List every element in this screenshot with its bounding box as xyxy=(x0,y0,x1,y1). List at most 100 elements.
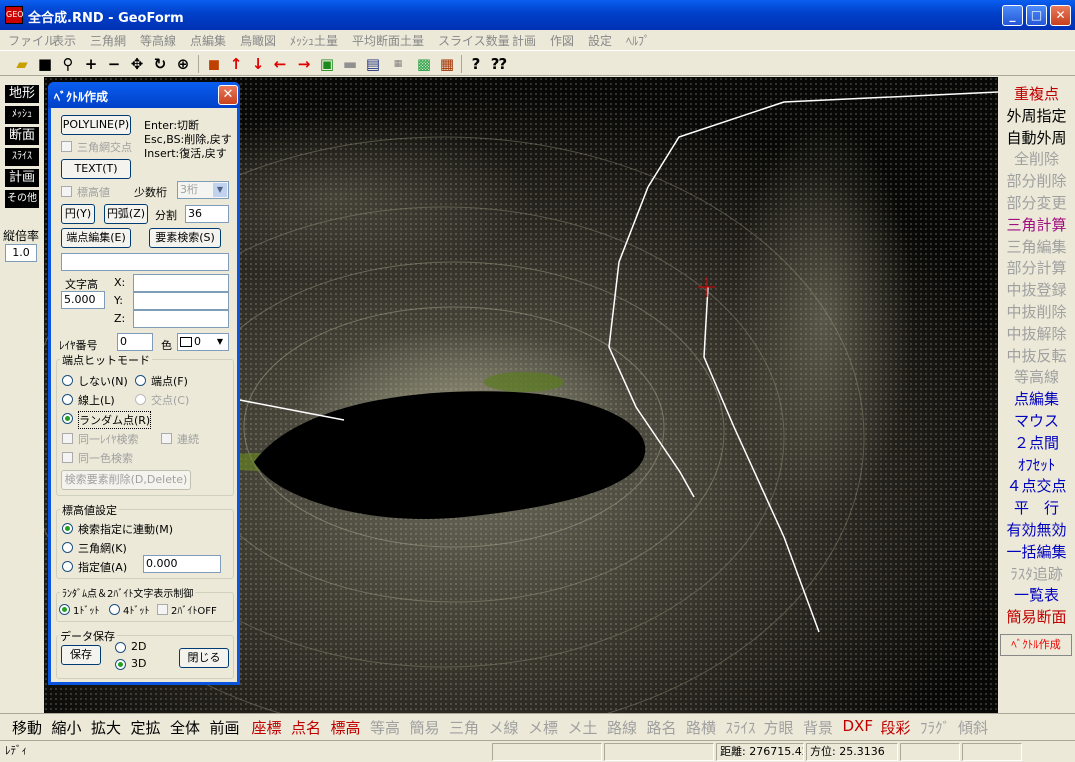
move-cross-icon[interactable]: ✥ xyxy=(127,54,147,74)
menu-drawing[interactable]: 作図 xyxy=(550,32,574,49)
x-input[interactable] xyxy=(133,274,229,292)
close-dialog-button[interactable]: 閉じる xyxy=(179,648,229,668)
right-item-21[interactable]: 一括編集 xyxy=(998,541,1075,563)
divide-input[interactable]: 36 xyxy=(185,205,229,223)
box-3d-icon[interactable]: ▣ xyxy=(317,54,337,74)
menu-file[interactable]: ファイル xyxy=(8,32,56,49)
vector-create-button[interactable]: ﾍﾞｸﾄﾙ作成 xyxy=(1000,634,1072,656)
menu-contour[interactable]: 等高線 xyxy=(140,32,176,49)
layer-input[interactable]: 0 xyxy=(117,333,153,351)
right-item-9[interactable]: 中抜登録 xyxy=(998,279,1075,301)
char-height-input[interactable]: 5.000 xyxy=(61,291,105,309)
continuous-checkbox[interactable] xyxy=(161,433,172,444)
arrow-down-icon[interactable]: ↓ xyxy=(248,54,268,74)
bottom-item-11[interactable]: 三角 xyxy=(449,717,479,738)
bottom-item-15[interactable]: 路線 xyxy=(607,717,637,738)
hit-online-radio[interactable] xyxy=(62,394,73,405)
right-item-20[interactable]: 有効無効 xyxy=(998,519,1075,541)
right-item-12[interactable]: 中抜反転 xyxy=(998,345,1075,367)
right-item-24[interactable]: 簡易断面 xyxy=(998,606,1075,628)
hit-endpoint-radio[interactable] xyxy=(135,375,146,386)
right-item-19[interactable]: 平 行 xyxy=(998,497,1075,519)
zoom-magnifier-icon[interactable]: ⚲ xyxy=(58,54,78,74)
terrain-button[interactable]: 地形 xyxy=(5,85,39,103)
element-search-button[interactable]: 要素検索(S) xyxy=(149,228,221,248)
right-item-23[interactable]: 一覧表 xyxy=(998,584,1075,606)
plus-icon[interactable]: + xyxy=(81,54,101,74)
right-item-3[interactable]: 全削除 xyxy=(998,148,1075,170)
bottom-item-22[interactable]: 段彩 xyxy=(881,717,911,738)
menu-mesh-volume[interactable]: ﾒｯｼｭ土量 xyxy=(290,32,338,49)
elev-tri-radio[interactable] xyxy=(62,542,73,553)
dot4-radio[interactable] xyxy=(109,604,120,615)
sheet-icon[interactable]: ▦ xyxy=(388,54,408,74)
tri-cross-checkbox[interactable] xyxy=(61,141,72,152)
arc-button[interactable]: 円弧(Z) xyxy=(104,204,148,224)
delete-search-button[interactable]: 検索要素削除(D,Delete) xyxy=(61,470,191,490)
section-button[interactable]: 断面 xyxy=(5,127,39,145)
right-item-18[interactable]: ４点交点 xyxy=(998,475,1075,497)
right-item-6[interactable]: 三角計算 xyxy=(998,214,1075,236)
z-input[interactable] xyxy=(133,310,229,328)
hit-cross-radio[interactable] xyxy=(135,394,146,405)
same-color-checkbox[interactable] xyxy=(62,452,73,463)
bottom-item-23[interactable]: ﾌﾗｸﾞ xyxy=(920,717,950,738)
bottom-item-6[interactable]: 座標 xyxy=(252,717,282,738)
dot1-radio[interactable] xyxy=(59,604,70,615)
elev-link-radio[interactable] xyxy=(62,523,73,534)
elev-spec-radio[interactable] xyxy=(62,561,73,572)
window-icon[interactable]: ▤ xyxy=(363,54,383,74)
menu-triangle[interactable]: 三角網 xyxy=(90,32,126,49)
hit-random-radio[interactable] xyxy=(62,413,73,424)
bottom-item-24[interactable]: 傾斜 xyxy=(958,717,988,738)
bottom-item-21[interactable]: DXF xyxy=(843,717,873,735)
machine-icon[interactable]: ▬ xyxy=(340,54,360,74)
bottom-item-7[interactable]: 点名 xyxy=(291,717,321,738)
menu-slice-quantity[interactable]: スライス数量 xyxy=(438,32,510,49)
bottom-item-13[interactable]: メ標 xyxy=(528,717,558,738)
right-item-10[interactable]: 中抜削除 xyxy=(998,301,1075,323)
bottom-item-10[interactable]: 簡易 xyxy=(410,717,440,738)
menu-avg-section[interactable]: 平均断面土量 xyxy=(352,32,424,49)
bottom-item-20[interactable]: 背景 xyxy=(803,717,833,738)
circle-button[interactable]: 円(Y) xyxy=(61,204,95,224)
elev-value-checkbox[interactable] xyxy=(61,186,72,197)
arrow-right-icon[interactable]: → xyxy=(294,54,314,74)
right-item-7[interactable]: 三角編集 xyxy=(998,236,1075,258)
dialog-close-icon[interactable]: ✕ xyxy=(218,85,238,105)
color-select[interactable]: 0 ▼ xyxy=(177,333,229,351)
bottom-item-16[interactable]: 路名 xyxy=(647,717,677,738)
menu-plan[interactable]: 計画 xyxy=(512,32,536,49)
bottom-item-19[interactable]: 方眼 xyxy=(764,717,794,738)
text-content-input[interactable] xyxy=(61,253,229,271)
bottom-item-9[interactable]: 等高 xyxy=(370,717,400,738)
polyline-button[interactable]: POLYLINE(P) xyxy=(61,115,131,135)
save-disk-icon[interactable]: ■ xyxy=(35,54,55,74)
bottom-item-0[interactable]: 移動 xyxy=(12,717,42,738)
save-button[interactable]: 保存 xyxy=(61,645,101,665)
cube-icon[interactable]: ◼ xyxy=(204,54,224,74)
bottom-item-18[interactable]: ｽﾗｲｽ xyxy=(726,717,756,738)
close-button[interactable]: ✕ xyxy=(1050,5,1071,26)
menu-view[interactable]: 表示 xyxy=(52,32,76,49)
context-help-icon[interactable]: ⁇ xyxy=(489,54,509,74)
right-item-1[interactable]: 外周指定 xyxy=(998,105,1075,127)
minimize-button[interactable]: _ xyxy=(1002,5,1023,26)
bottom-item-3[interactable]: 定拡 xyxy=(131,717,161,738)
text-button[interactable]: TEXT(T) xyxy=(61,159,131,179)
map-icon[interactable]: ▩ xyxy=(414,54,434,74)
other-button[interactable]: その他 xyxy=(5,190,39,208)
y-input[interactable] xyxy=(133,292,229,310)
byte2off-checkbox[interactable] xyxy=(157,604,168,615)
menu-birdseye[interactable]: 鳥瞰図 xyxy=(240,32,276,49)
bottom-item-1[interactable]: 縮小 xyxy=(52,717,82,738)
save-3d-radio[interactable] xyxy=(115,659,126,670)
save-2d-radio[interactable] xyxy=(115,642,126,653)
minus-icon[interactable]: − xyxy=(104,54,124,74)
right-item-0[interactable]: 重複点 xyxy=(998,83,1075,105)
help-icon[interactable]: ? xyxy=(466,54,486,74)
rotate-icon[interactable]: ↻ xyxy=(150,54,170,74)
menu-point-edit[interactable]: 点編集 xyxy=(190,32,226,49)
slice-button[interactable]: ｽﾗｲｽ xyxy=(5,148,39,166)
right-item-15[interactable]: マウス xyxy=(998,410,1075,432)
